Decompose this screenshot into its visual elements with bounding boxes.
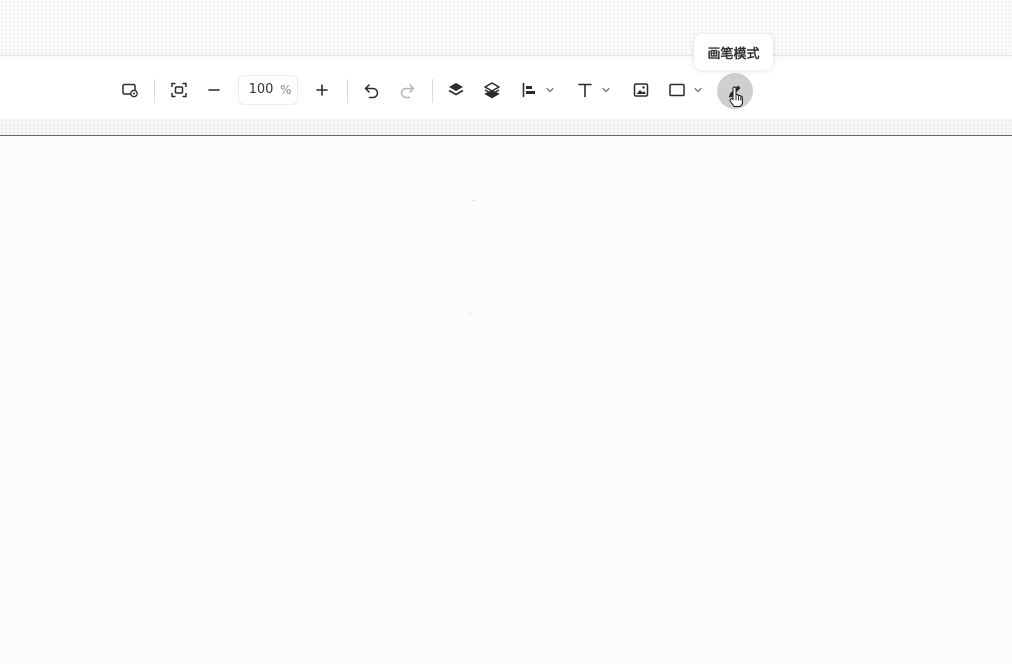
screen-settings-button[interactable] — [116, 75, 144, 105]
chevron-down-icon — [546, 87, 554, 93]
canvas-dot — [470, 313, 471, 314]
chevron-down-icon — [694, 87, 702, 93]
redo-button[interactable] — [393, 75, 421, 105]
bring-to-front-button[interactable] — [442, 75, 470, 105]
chevron-down-icon — [602, 87, 610, 93]
drawing-canvas[interactable] — [0, 136, 1012, 664]
canvas-top-edge — [0, 119, 1012, 136]
monitor-gear-icon — [122, 83, 138, 98]
text-tool-button[interactable] — [571, 75, 599, 105]
shape-dropdown-caret[interactable] — [693, 75, 703, 105]
minus-icon — [208, 89, 220, 91]
image-tool-button[interactable] — [627, 75, 655, 105]
undo-icon — [364, 84, 379, 99]
undo-button[interactable] — [358, 75, 386, 105]
text-dropdown-caret[interactable] — [601, 75, 611, 105]
fit-to-screen-button[interactable] — [165, 75, 193, 105]
align-dropdown-caret[interactable] — [545, 75, 555, 105]
layers-icon — [484, 82, 500, 99]
toolbar: % — [0, 61, 1012, 119]
plus-icon — [316, 84, 328, 96]
image-icon — [633, 83, 649, 97]
rectangle-icon — [669, 83, 685, 97]
hand-pointer-cursor-icon — [729, 86, 744, 107]
canvas-dot — [473, 200, 474, 201]
align-left-icon — [522, 82, 535, 98]
zoom-out-button[interactable] — [200, 75, 228, 105]
layer-up-icon — [448, 83, 464, 96]
text-icon — [578, 83, 592, 98]
zoom-in-button[interactable] — [308, 75, 336, 105]
toolbar-divider — [347, 79, 348, 103]
zoom-input[interactable] — [247, 76, 275, 104]
toolbar-divider — [432, 79, 433, 103]
zoom-level-field[interactable]: % — [238, 75, 298, 105]
zoom-unit: % — [280, 83, 292, 97]
send-to-back-button[interactable] — [478, 75, 506, 105]
shape-tool-button[interactable] — [663, 75, 691, 105]
align-button[interactable] — [515, 75, 543, 105]
frame-focus-icon — [171, 82, 187, 98]
top-dotted-background — [0, 0, 1012, 56]
redo-icon — [400, 84, 415, 99]
toolbar-divider — [154, 79, 155, 103]
pen-mode-tooltip: 画笔模式 — [694, 34, 773, 70]
